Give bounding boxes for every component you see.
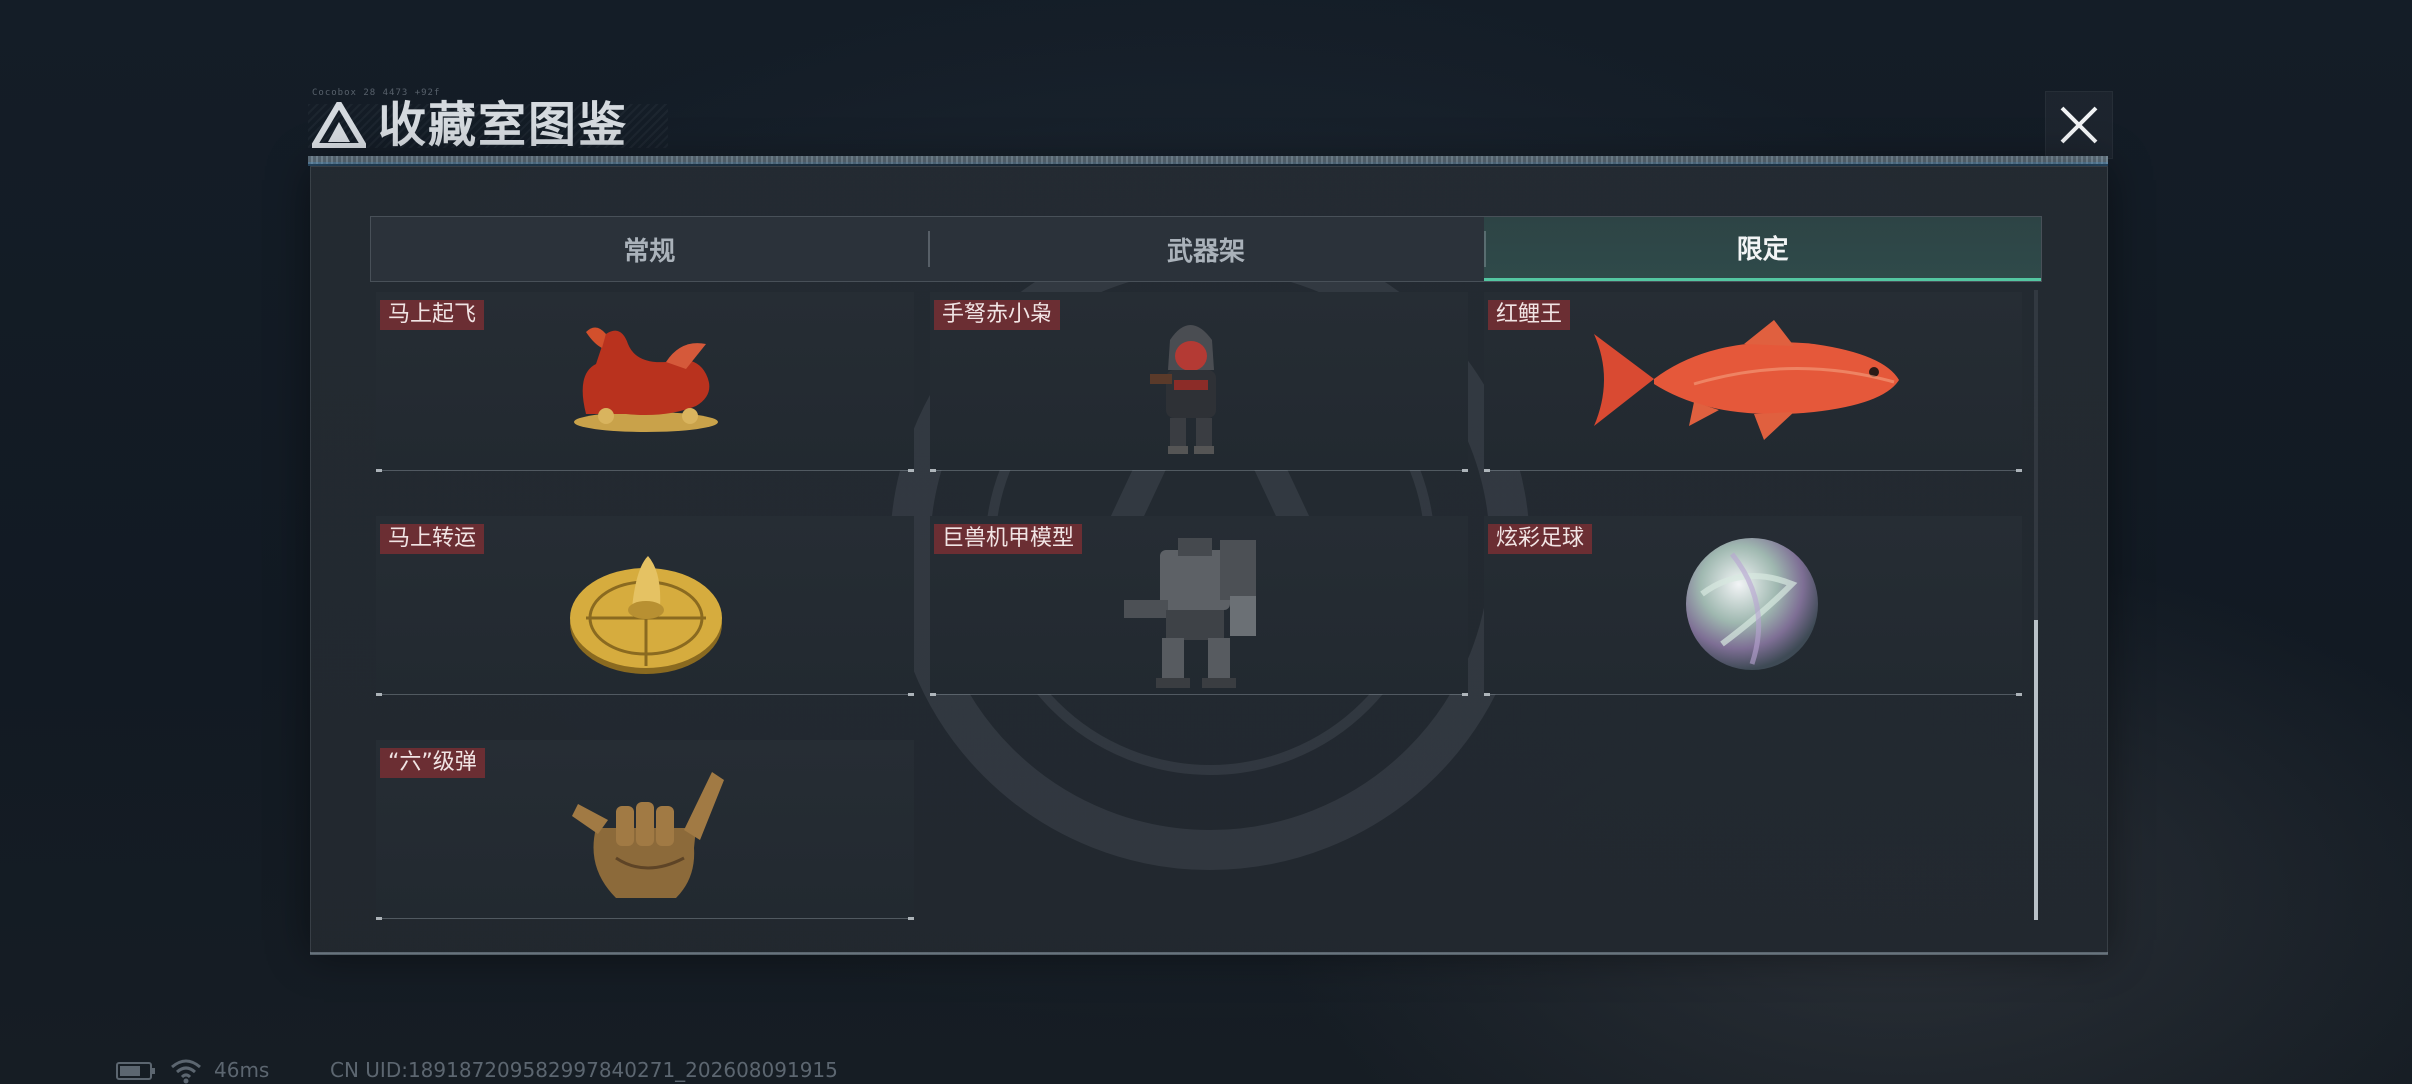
scrollbar-thumb[interactable] <box>2034 620 2038 920</box>
collection-item[interactable]: 马上转运 <box>376 516 914 696</box>
tab-regular[interactable]: 常规 <box>371 217 928 281</box>
iridescent-ball-icon <box>1686 538 1818 670</box>
item-label: 马上起飞 <box>380 300 485 330</box>
status-bar: 46ms CN UID:18918720958299784027​1_20260… <box>116 1058 1016 1084</box>
collection-item[interactable]: “六”级弹 <box>376 740 914 920</box>
hooded-figure-icon <box>1150 325 1216 454</box>
item-label: 红鲤王 <box>1488 300 1571 330</box>
uid-text: CN UID:18918720958299784027​1_2026080919… <box>330 1058 838 1082</box>
triangle-logo-icon <box>308 98 370 149</box>
item-label: 手弩赤小枭 <box>934 300 1061 330</box>
item-label: “六”级弹 <box>380 748 485 778</box>
shaka-hand-icon <box>572 772 724 898</box>
collection-grid: 马上起飞 手弩赤小枭 红鲤王 马上转运 巨兽机甲模型 炫彩足球 “六”级弹 <box>376 292 2026 922</box>
collection-item[interactable]: 红鲤王 <box>1484 292 2022 472</box>
red-carp-icon <box>1594 320 1899 440</box>
red-horse-icon <box>574 327 718 432</box>
wifi-icon <box>171 1059 201 1084</box>
collection-item[interactable]: 炫彩足球 <box>1484 516 2022 696</box>
tab-weapon-rack[interactable]: 武器架 <box>927 217 1485 281</box>
close-button[interactable] <box>2046 92 2112 158</box>
tab-bar: 常规 武器架 限定 <box>370 216 2042 282</box>
collection-item[interactable]: 手弩赤小枭 <box>930 292 1468 472</box>
battery-icon <box>116 1062 155 1080</box>
golden-wheel-icon <box>570 556 722 674</box>
dialog-header: Cocobox 28 4473 +92f 收藏室图鉴 <box>308 88 2108 154</box>
close-icon <box>2060 106 2098 144</box>
item-label: 巨兽机甲模型 <box>934 524 1083 554</box>
item-label: 马上转运 <box>380 524 485 554</box>
panel-bottom-border <box>310 952 2108 955</box>
page-title: 收藏室图鉴 <box>378 97 629 153</box>
collection-item[interactable]: 巨兽机甲模型 <box>930 516 1468 696</box>
item-label: 炫彩足球 <box>1488 524 1593 554</box>
collection-screen: Cocobox 28 4473 +92f 收藏室图鉴 常规 武器架 限定 马上起… <box>0 0 2412 1084</box>
collection-item[interactable]: 马上起飞 <box>376 292 914 472</box>
tab-limited[interactable]: 限定 <box>1484 217 2042 281</box>
ping-text: 46ms <box>214 1058 270 1082</box>
mech-model-icon <box>1124 538 1256 688</box>
